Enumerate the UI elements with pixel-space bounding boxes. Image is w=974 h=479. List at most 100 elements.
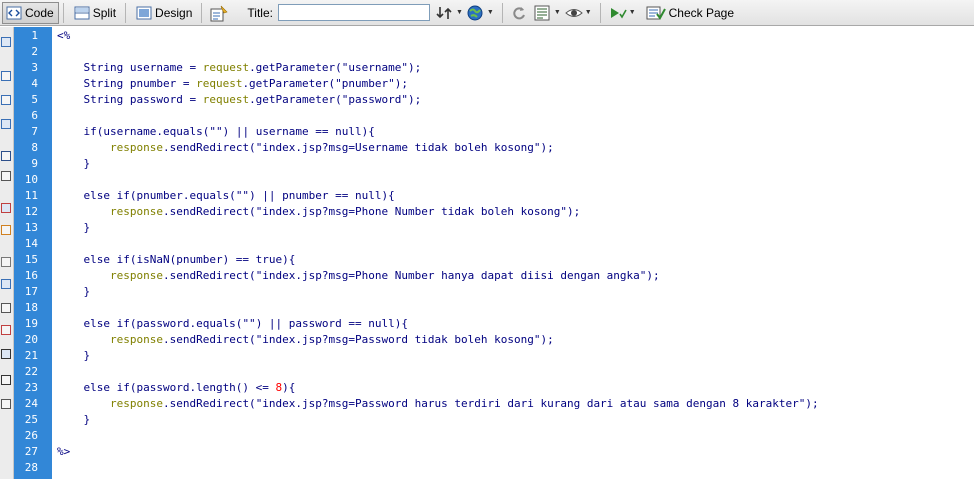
dropdown-arrow-icon: ▼	[455, 9, 463, 16]
code-text[interactable]: String pnumber = request.getParameter("p…	[57, 76, 408, 92]
wrap-tag-icon[interactable]	[1, 279, 11, 289]
dropdown-arrow-icon: ▼	[584, 9, 592, 16]
line-number: 19	[24, 317, 38, 330]
outdent-code-icon[interactable]	[1, 375, 11, 385]
code-line[interactable]: 22	[25, 364, 974, 380]
move-css-icon[interactable]	[1, 325, 11, 335]
line-number: 11	[24, 189, 38, 202]
live-code-button[interactable]	[210, 2, 229, 24]
design-view-button[interactable]: Design	[132, 2, 197, 24]
line-numbers-icon[interactable]	[1, 171, 11, 181]
validate-icon	[609, 5, 627, 21]
refresh-icon	[511, 5, 527, 21]
select-parent-tag-icon[interactable]	[1, 119, 11, 129]
split-view-button[interactable]: Split	[70, 2, 121, 24]
code-text[interactable]: }	[57, 156, 90, 172]
view-options-icon	[534, 5, 550, 21]
collapse-full-tag-icon[interactable]	[1, 37, 11, 47]
code-line[interactable]: 6	[31, 108, 974, 124]
line-number: 21	[24, 349, 38, 362]
code-line[interactable]: 26	[25, 428, 974, 444]
code-text[interactable]: <%	[57, 28, 70, 44]
code-line[interactable]: 28	[25, 460, 974, 476]
code-line[interactable]: 2	[31, 44, 974, 60]
code-line[interactable]: 3 String username = request.getParameter…	[31, 60, 974, 76]
code-line[interactable]: 4 String pnumber = request.getParameter(…	[31, 76, 974, 92]
view-options-button[interactable]: ▼	[534, 2, 561, 24]
recent-snippets-icon[interactable]	[1, 303, 11, 313]
balance-braces-icon[interactable]	[1, 151, 11, 161]
code-view-button[interactable]: Code	[2, 1, 59, 24]
format-source-code-icon[interactable]	[1, 399, 11, 409]
line-number: 26	[24, 429, 38, 442]
code-line[interactable]: 20 response.sendRedirect("index.jsp?msg=…	[25, 332, 974, 348]
code-text[interactable]: }	[57, 220, 90, 236]
highlight-invalid-code-icon[interactable]	[1, 203, 11, 213]
code-line[interactable]: 13 }	[25, 220, 974, 236]
code-line[interactable]: 21 }	[25, 348, 974, 364]
validate-markup-button[interactable]: ▼	[609, 2, 636, 24]
code-text[interactable]: }	[57, 412, 90, 428]
code-text[interactable]: }	[57, 284, 90, 300]
code-text[interactable]: response.sendRedirect("index.jsp?msg=Pho…	[57, 268, 660, 284]
preview-browser-button[interactable]: ▼	[467, 2, 494, 24]
apply-comment-icon[interactable]	[1, 225, 11, 235]
code-line[interactable]: 23 else if(password.length() <= 8){	[25, 380, 974, 396]
globe-icon	[467, 5, 483, 21]
line-number: 23	[24, 381, 38, 394]
code-line[interactable]: 11 else if(pnumber.equals("") || pnumber…	[25, 188, 974, 204]
code-text[interactable]: String username = request.getParameter("…	[57, 60, 421, 76]
code-text[interactable]: else if(pnumber.equals("") || pnumber ==…	[57, 188, 394, 204]
code-line[interactable]: 10	[25, 172, 974, 188]
code-editor[interactable]: 1 <% 2 3 String username = request.getParam…	[25, 27, 974, 479]
line-number: 7	[31, 125, 38, 138]
code-text[interactable]: response.sendRedirect("index.jsp?msg=Pas…	[57, 396, 819, 412]
code-text[interactable]: response.sendRedirect("index.jsp?msg=Use…	[57, 140, 554, 156]
code-line[interactable]: 1 <%	[31, 28, 974, 44]
code-text[interactable]: %>	[57, 444, 70, 460]
design-view-label: Design	[155, 5, 193, 20]
code-line[interactable]: 25 }	[25, 412, 974, 428]
code-text[interactable]: if(username.equals("") || username == nu…	[57, 124, 374, 140]
check-page-button[interactable]: Check Page	[642, 2, 739, 24]
code-line[interactable]: 7 if(username.equals("") || username == …	[31, 124, 974, 140]
document-title-input[interactable]	[277, 4, 430, 21]
code-line[interactable]: 9 }	[31, 156, 974, 172]
code-text[interactable]: else if(password.length() <= 8){	[57, 380, 295, 396]
file-transfer-icon	[436, 5, 452, 21]
code-line[interactable]: 5 String password = request.getParameter…	[31, 92, 974, 108]
code-text[interactable]: }	[57, 348, 90, 364]
code-line[interactable]: 16 response.sendRedirect("index.jsp?msg=…	[25, 268, 974, 284]
code-line[interactable]: 24 response.sendRedirect("index.jsp?msg=…	[25, 396, 974, 412]
code-text[interactable]: response.sendRedirect("index.jsp?msg=Pho…	[57, 204, 580, 220]
code-line[interactable]: 18	[25, 300, 974, 316]
refresh-button[interactable]	[511, 2, 530, 24]
remove-comment-icon[interactable]	[1, 257, 11, 267]
line-number: 10	[24, 173, 38, 186]
code-line[interactable]: 12 response.sendRedirect("index.jsp?msg=…	[25, 204, 974, 220]
eye-icon	[565, 5, 583, 21]
code-line[interactable]: 27 %>	[25, 444, 974, 460]
split-view-label: Split	[92, 5, 117, 20]
visual-aids-button[interactable]: ▼	[565, 2, 592, 24]
indent-code-icon[interactable]	[1, 349, 11, 359]
toolbar-divider	[201, 2, 203, 23]
file-management-button[interactable]: ▼	[436, 2, 463, 24]
code-line[interactable]: 19 else if(password.equals("") || passwo…	[25, 316, 974, 332]
expand-all-icon[interactable]	[1, 95, 11, 105]
line-number: 20	[24, 333, 38, 346]
code-view-icon	[6, 5, 22, 21]
code-text[interactable]: String password = request.getParameter("…	[57, 92, 421, 108]
collapse-selection-icon[interactable]	[1, 71, 11, 81]
code-text[interactable]: else if(isNaN(pnumber) == true){	[57, 252, 295, 268]
line-number: 1	[31, 29, 38, 42]
design-view-icon	[136, 5, 152, 21]
code-line[interactable]: 8 response.sendRedirect("index.jsp?msg=U…	[31, 140, 974, 156]
code-line[interactable]: 14	[25, 236, 974, 252]
code-text[interactable]: else if(password.equals("") || password …	[57, 316, 408, 332]
code-line[interactable]: 17 }	[25, 284, 974, 300]
live-code-icon	[210, 5, 228, 21]
code-line[interactable]: 15 else if(isNaN(pnumber) == true){	[25, 252, 974, 268]
code-text[interactable]: response.sendRedirect("index.jsp?msg=Pas…	[57, 332, 554, 348]
check-page-label: Check Page	[668, 5, 735, 20]
